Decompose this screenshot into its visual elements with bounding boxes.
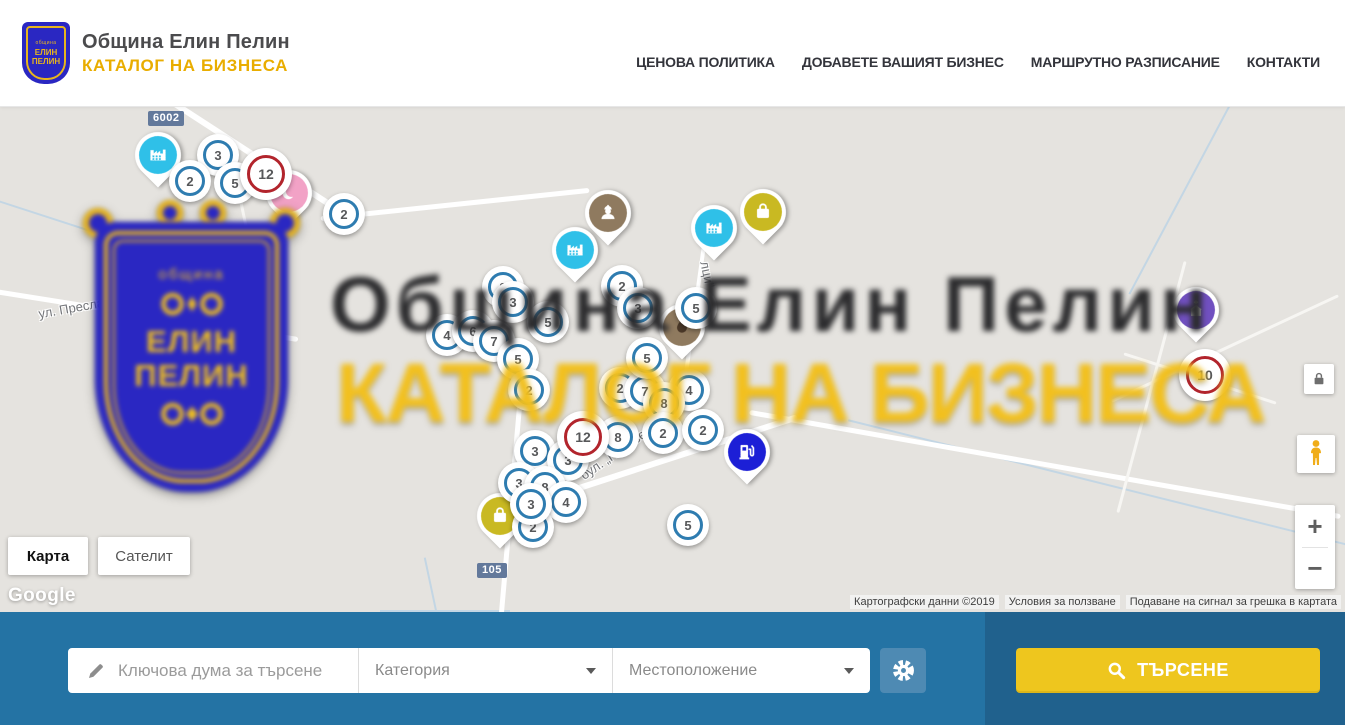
chevron-down-icon [844, 668, 854, 674]
map-type-satellite-button[interactable]: Сателит [98, 537, 190, 575]
google-logo[interactable]: Google [8, 585, 76, 607]
cluster-marker[interactable]: 2 [508, 369, 550, 411]
cluster-marker[interactable]: 2 [642, 412, 684, 454]
cluster-count: 2 [648, 418, 678, 448]
municipality-crest-icon: община ЕЛИН ПЕЛИН [22, 22, 70, 84]
nav-item[interactable]: МАРШРУТНО РАЗПИСАНИЕ [1031, 54, 1220, 70]
fuel-icon [728, 433, 766, 471]
search-button[interactable]: ТЪРСЕНЕ [1016, 648, 1320, 693]
cluster-marker[interactable]: 3 [510, 483, 552, 525]
search-button-label: ТЪРСЕНЕ [1137, 660, 1229, 681]
zoom-out-button[interactable]: − [1295, 548, 1335, 589]
category-dropdown-label: Категория [375, 662, 450, 680]
cluster-marker[interactable]: 2 [169, 160, 211, 202]
category-dropdown[interactable]: Категория [358, 648, 612, 693]
cluster-count: 3 [516, 489, 546, 519]
map-attribution: Картографски данни ©2019 Условия за ползв… [850, 595, 1341, 609]
cluster-marker[interactable]: 3 [617, 287, 659, 329]
cluster-marker[interactable]: 12 [557, 411, 609, 463]
crest-name-text: ЕЛИН ПЕЛИН [32, 48, 60, 66]
main-nav: ЦЕНОВА ПОЛИТИКА ДОБАВЕТЕ ВАШИЯТ БИЗНЕС МАР… [636, 0, 1320, 107]
cluster-marker[interactable]: 5 [626, 337, 668, 379]
chevron-down-icon [586, 668, 596, 674]
padlock-icon [1311, 371, 1327, 387]
cluster-marker[interactable]: 2 [323, 193, 365, 235]
cluster-count: 2 [175, 166, 205, 196]
cluster-marker[interactable]: 10 [1179, 349, 1231, 401]
cluster-count: 5 [632, 343, 662, 373]
worker-icon [589, 194, 627, 232]
street-view-pegman-button[interactable] [1297, 435, 1335, 473]
search-icon [1107, 661, 1126, 680]
cluster-count: 5 [673, 510, 703, 540]
cluster-count: 2 [514, 375, 544, 405]
map-type-control: Карта Сателит [8, 537, 190, 575]
shopping-bag-icon [744, 193, 782, 231]
cluster-count: 12 [247, 155, 285, 193]
map-type-map-button[interactable]: Карта [8, 537, 88, 575]
route-shield-label: 105 [477, 563, 507, 578]
cluster-count: 3 [498, 287, 528, 317]
location-dropdown[interactable]: Местоположение [612, 648, 870, 693]
cluster-count: 10 [1186, 356, 1224, 394]
lock-scroll-button[interactable] [1304, 364, 1334, 394]
cluster-marker[interactable]: 5 [667, 504, 709, 546]
pencil-icon [86, 661, 106, 681]
logo-title: Община Елин Пелин [82, 31, 290, 54]
street-name-label: ул. Преслав [37, 294, 112, 321]
nav-item[interactable]: ДОБАВЕТЕ ВАШИЯТ БИЗНЕС [802, 54, 1004, 70]
cluster-marker[interactable]: 5 [527, 301, 569, 343]
church-icon [1177, 291, 1215, 329]
cluster-marker[interactable]: 5 [675, 287, 717, 329]
cluster-count: 12 [564, 418, 602, 456]
street-name-label: лци" [697, 260, 717, 289]
header: община ЕЛИН ПЕЛИН Община Елин Пелин КАТА… [0, 0, 1345, 107]
cluster-count: 3 [623, 293, 653, 323]
logo-subtitle: КАТАЛОГ НА БИЗНЕСА [82, 56, 290, 76]
cluster-marker[interactable]: 2 [682, 409, 724, 451]
cluster-count: 3 [520, 436, 550, 466]
attribution-link[interactable]: Условия за ползване [1005, 595, 1120, 609]
site-logo[interactable]: община ЕЛИН ПЕЛИН Община Елин Пелин КАТА… [22, 22, 290, 84]
nav-item[interactable]: ЦЕНОВА ПОЛИТИКА [636, 54, 775, 70]
map-canvas[interactable]: 6002105ул. Преславбул. „Новоселлци" 3251… [0, 107, 1345, 612]
logo-text: Община Елин Пелин КАТАЛОГ НА БИЗНЕСА [82, 31, 290, 76]
factory-icon [695, 209, 733, 247]
gear-icon [890, 657, 917, 684]
search-bar: Категория Местоположение ТЪРСЕНЕ [0, 612, 1345, 725]
page: община ЕЛИН ПЕЛИН Община Елин Пелин КАТА… [0, 0, 1345, 725]
route-shield-label: 6002 [148, 111, 184, 126]
cluster-count: 5 [681, 293, 711, 323]
nav-item[interactable]: КОНТАКТИ [1247, 54, 1320, 70]
cluster-marker[interactable]: 12 [240, 148, 292, 200]
keyword-search-input[interactable] [118, 661, 348, 681]
cluster-count: 4 [551, 487, 581, 517]
advanced-settings-button[interactable] [880, 648, 926, 693]
factory-icon [556, 231, 594, 269]
keyword-section [68, 648, 358, 693]
crest-top-text: община [35, 40, 56, 46]
search-form: Категория Местоположение [68, 648, 870, 693]
cluster-count: 2 [688, 415, 718, 445]
zoom-in-button[interactable]: + [1295, 506, 1335, 547]
zoom-control: + − [1295, 505, 1335, 589]
factory-icon [139, 136, 177, 174]
attribution-link[interactable]: Подаване на сигнал за грешка в картата [1126, 595, 1341, 609]
pegman-icon [1306, 439, 1326, 469]
location-dropdown-label: Местоположение [629, 662, 757, 680]
cluster-count: 5 [533, 307, 563, 337]
attribution-text: Картографски данни ©2019 [850, 595, 999, 609]
cluster-count: 2 [329, 199, 359, 229]
